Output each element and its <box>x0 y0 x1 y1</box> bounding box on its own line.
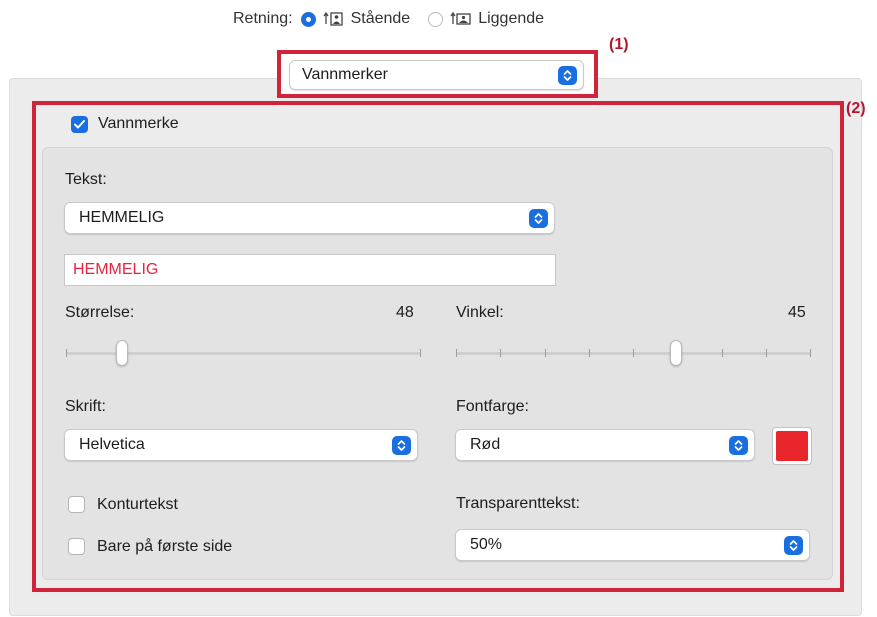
transparency-label: Transparenttekst: <box>456 495 580 512</box>
angle-value: 45 <box>788 304 806 321</box>
outline-text-checkbox[interactable] <box>68 496 85 513</box>
landscape-icon <box>450 11 472 27</box>
angle-slider-knob[interactable] <box>670 340 682 366</box>
angle-slider-tick <box>589 349 590 357</box>
landscape-radio[interactable] <box>428 11 444 27</box>
transparency-popup[interactable]: 50% <box>455 529 810 561</box>
angle-slider[interactable] <box>456 340 811 366</box>
size-slider[interactable] <box>66 340 421 366</box>
color-swatch[interactable] <box>776 431 808 461</box>
orientation-label: Retning: <box>233 10 293 27</box>
font-color-popup[interactable]: Rød <box>455 429 755 461</box>
chevron-updown-icon <box>784 535 803 555</box>
watermark-checkbox-label[interactable]: Vannmerke <box>98 115 179 133</box>
first-page-only-checkbox[interactable] <box>68 538 85 555</box>
font-label: Skrift: <box>65 398 106 415</box>
angle-slider-tick <box>456 349 457 357</box>
size-slider-tick <box>420 349 421 357</box>
orientation-row: Retning: Stående Liggende <box>233 8 544 30</box>
font-color-label: Fontfarge: <box>456 398 529 415</box>
watermark-text-field[interactable]: HEMMELIG <box>64 254 556 286</box>
section-popup[interactable]: Vannmerker <box>289 60 584 90</box>
angle-label: Vinkel: <box>456 304 504 321</box>
first-page-only-label[interactable]: Bare på første side <box>97 538 232 556</box>
annotation-2: (2) <box>846 100 866 117</box>
angle-slider-tick <box>810 349 811 357</box>
section-popup-value: Vannmerker <box>302 66 388 83</box>
chevron-updown-icon <box>729 435 748 455</box>
transparency-popup-value: 50% <box>470 536 503 553</box>
text-label: Tekst: <box>65 171 107 188</box>
size-value: 48 <box>396 304 414 321</box>
outline-text-label[interactable]: Konturtekst <box>97 496 178 514</box>
size-label: Størrelse: <box>65 304 135 321</box>
landscape-label[interactable]: Liggende <box>478 10 544 28</box>
angle-slider-tick <box>633 349 634 357</box>
portrait-label[interactable]: Stående <box>351 10 411 28</box>
chevron-updown-icon <box>392 435 411 455</box>
font-color-popup-value: Rød <box>470 436 501 453</box>
font-popup-value: Helvetica <box>79 436 145 453</box>
annotation-1: (1) <box>609 36 629 53</box>
checkmark-icon <box>74 120 85 129</box>
portrait-radio[interactable] <box>300 11 316 27</box>
angle-slider-tick <box>766 349 767 357</box>
font-popup[interactable]: Helvetica <box>64 429 418 461</box>
angle-slider-tick <box>500 349 501 357</box>
chevron-updown-icon <box>558 65 577 85</box>
size-slider-knob[interactable] <box>116 340 128 366</box>
portrait-icon <box>323 11 345 27</box>
text-popup[interactable]: HEMMELIG <box>64 202 555 234</box>
watermark-checkbox[interactable] <box>71 116 88 133</box>
size-slider-tick <box>66 349 67 357</box>
angle-slider-tick <box>545 349 546 357</box>
chevron-updown-icon <box>529 208 548 228</box>
text-popup-value: HEMMELIG <box>79 209 165 226</box>
angle-slider-tick <box>722 349 723 357</box>
